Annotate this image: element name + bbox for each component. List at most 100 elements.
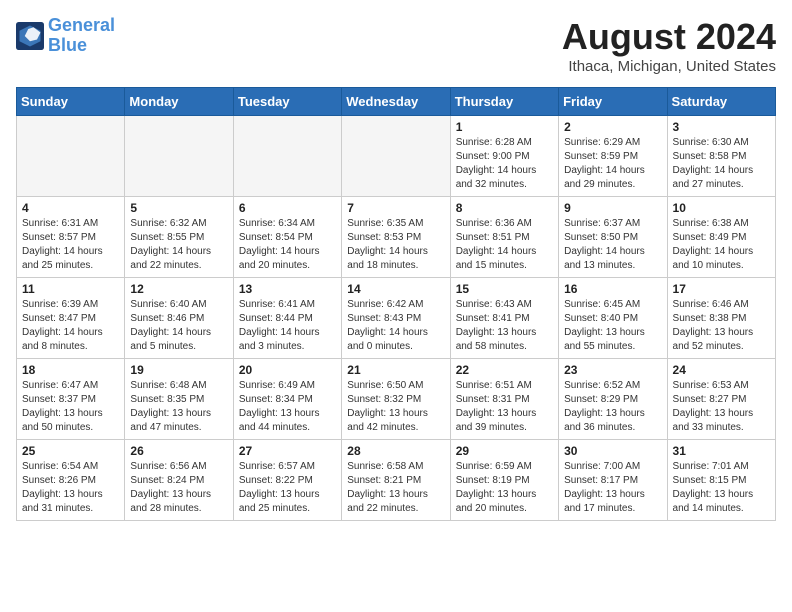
logo-text-block: General Blue: [48, 16, 115, 56]
calendar-header-row: SundayMondayTuesdayWednesdayThursdayFrid…: [17, 88, 776, 116]
calendar-cell: 3 Sunrise: 6:30 AM Sunset: 8:58 PM Daylig…: [667, 116, 775, 197]
col-header-monday: Monday: [125, 88, 233, 116]
calendar-cell: 10Sunrise: 6:38 AM Sunset: 8:49 PM Dayli…: [667, 197, 775, 278]
calendar-cell: 2 Sunrise: 6:29 AM Sunset: 8:59 PM Daylig…: [559, 116, 667, 197]
calendar-cell: 16 Sunrise: 6:45 AM Sunset: 8:40 PM Dayli…: [559, 278, 667, 359]
day-number: 3: [673, 120, 770, 134]
week-row-1: 1 Sunrise: 6:28 AM Sunset: 9:00 PM Daylig…: [17, 116, 776, 197]
calendar-cell: 8Sunrise: 6:36 AM Sunset: 8:51 PM Daylig…: [450, 197, 558, 278]
day-number: 14: [347, 282, 444, 296]
col-header-wednesday: Wednesday: [342, 88, 450, 116]
calendar-cell: 1 Sunrise: 6:28 AM Sunset: 9:00 PM Daylig…: [450, 116, 558, 197]
day-number: 13: [239, 282, 336, 296]
day-info: Sunrise: 6:49 AM Sunset: 8:34 PM Dayligh…: [239, 379, 336, 435]
calendar-cell: 15 Sunrise: 6:43 AM Sunset: 8:41 PM Dayli…: [450, 278, 558, 359]
day-info: Sunrise: 6:34 AM Sunset: 8:54 PM Dayligh…: [239, 217, 336, 273]
day-number: 15: [456, 282, 553, 296]
day-info: Sunrise: 6:37 AM Sunset: 8:50 PM Dayligh…: [564, 217, 661, 273]
page-header: General Blue August 2024 Ithaca, Michiga…: [16, 16, 776, 75]
col-header-tuesday: Tuesday: [233, 88, 341, 116]
day-number: 27: [239, 444, 336, 458]
day-info: Sunrise: 6:28 AM Sunset: 9:00 PM Dayligh…: [456, 136, 553, 192]
day-number: 21: [347, 363, 444, 377]
calendar-cell: 23 Sunrise: 6:52 AM Sunset: 8:29 PM Dayli…: [559, 359, 667, 440]
calendar-cell: 26 Sunrise: 6:56 AM Sunset: 8:24 PM Dayli…: [125, 440, 233, 521]
calendar-cell: [233, 116, 341, 197]
calendar-cell: 12 Sunrise: 6:40 AM Sunset: 8:46 PM Dayli…: [125, 278, 233, 359]
calendar-cell: 28 Sunrise: 6:58 AM Sunset: 8:21 PM Dayli…: [342, 440, 450, 521]
day-number: 19: [130, 363, 227, 377]
day-number: 5: [130, 201, 227, 215]
calendar-cell: 24Sunrise: 6:53 AM Sunset: 8:27 PM Dayli…: [667, 359, 775, 440]
calendar-cell: 18 Sunrise: 6:47 AM Sunset: 8:37 PM Dayli…: [17, 359, 125, 440]
calendar-cell: 20Sunrise: 6:49 AM Sunset: 8:34 PM Dayli…: [233, 359, 341, 440]
day-info: Sunrise: 6:43 AM Sunset: 8:41 PM Dayligh…: [456, 298, 553, 354]
day-number: 26: [130, 444, 227, 458]
calendar-cell: [125, 116, 233, 197]
day-info: Sunrise: 6:35 AM Sunset: 8:53 PM Dayligh…: [347, 217, 444, 273]
logo-line2: Blue: [48, 36, 115, 56]
logo: General Blue: [16, 16, 115, 56]
day-info: Sunrise: 6:31 AM Sunset: 8:57 PM Dayligh…: [22, 217, 119, 273]
col-header-sunday: Sunday: [17, 88, 125, 116]
day-info: Sunrise: 6:32 AM Sunset: 8:55 PM Dayligh…: [130, 217, 227, 273]
day-number: 11: [22, 282, 119, 296]
day-number: 28: [347, 444, 444, 458]
calendar-cell: 14 Sunrise: 6:42 AM Sunset: 8:43 PM Dayli…: [342, 278, 450, 359]
day-info: Sunrise: 6:36 AM Sunset: 8:51 PM Dayligh…: [456, 217, 553, 273]
day-number: 6: [239, 201, 336, 215]
calendar-cell: 30 Sunrise: 7:00 AM Sunset: 8:17 PM Dayli…: [559, 440, 667, 521]
day-number: 1: [456, 120, 553, 134]
day-info: Sunrise: 6:41 AM Sunset: 8:44 PM Dayligh…: [239, 298, 336, 354]
day-info: Sunrise: 6:45 AM Sunset: 8:40 PM Dayligh…: [564, 298, 661, 354]
day-info: Sunrise: 6:40 AM Sunset: 8:46 PM Dayligh…: [130, 298, 227, 354]
day-info: Sunrise: 6:29 AM Sunset: 8:59 PM Dayligh…: [564, 136, 661, 192]
day-info: Sunrise: 6:52 AM Sunset: 8:29 PM Dayligh…: [564, 379, 661, 435]
day-info: Sunrise: 6:51 AM Sunset: 8:31 PM Dayligh…: [456, 379, 553, 435]
day-info: Sunrise: 6:42 AM Sunset: 8:43 PM Dayligh…: [347, 298, 444, 354]
calendar-cell: 29Sunrise: 6:59 AM Sunset: 8:19 PM Dayli…: [450, 440, 558, 521]
day-number: 7: [347, 201, 444, 215]
day-number: 30: [564, 444, 661, 458]
col-header-friday: Friday: [559, 88, 667, 116]
calendar-cell: 9 Sunrise: 6:37 AM Sunset: 8:50 PM Daylig…: [559, 197, 667, 278]
day-number: 16: [564, 282, 661, 296]
day-info: Sunrise: 6:47 AM Sunset: 8:37 PM Dayligh…: [22, 379, 119, 435]
day-number: 4: [22, 201, 119, 215]
day-info: Sunrise: 6:56 AM Sunset: 8:24 PM Dayligh…: [130, 460, 227, 516]
calendar-cell: 5 Sunrise: 6:32 AM Sunset: 8:55 PM Daylig…: [125, 197, 233, 278]
day-number: 2: [564, 120, 661, 134]
day-number: 17: [673, 282, 770, 296]
day-number: 12: [130, 282, 227, 296]
col-header-saturday: Saturday: [667, 88, 775, 116]
week-row-2: 4 Sunrise: 6:31 AM Sunset: 8:57 PM Daylig…: [17, 197, 776, 278]
week-row-5: 25 Sunrise: 6:54 AM Sunset: 8:26 PM Dayli…: [17, 440, 776, 521]
week-row-4: 18 Sunrise: 6:47 AM Sunset: 8:37 PM Dayli…: [17, 359, 776, 440]
calendar-cell: 4 Sunrise: 6:31 AM Sunset: 8:57 PM Daylig…: [17, 197, 125, 278]
day-info: Sunrise: 6:58 AM Sunset: 8:21 PM Dayligh…: [347, 460, 444, 516]
calendar-cell: 22Sunrise: 6:51 AM Sunset: 8:31 PM Dayli…: [450, 359, 558, 440]
day-info: Sunrise: 6:57 AM Sunset: 8:22 PM Dayligh…: [239, 460, 336, 516]
calendar-table: SundayMondayTuesdayWednesdayThursdayFrid…: [16, 87, 776, 521]
day-number: 9: [564, 201, 661, 215]
day-info: Sunrise: 6:48 AM Sunset: 8:35 PM Dayligh…: [130, 379, 227, 435]
calendar-cell: 7 Sunrise: 6:35 AM Sunset: 8:53 PM Daylig…: [342, 197, 450, 278]
month-year-title: August 2024: [562, 16, 776, 58]
week-row-3: 11 Sunrise: 6:39 AM Sunset: 8:47 PM Dayli…: [17, 278, 776, 359]
day-info: Sunrise: 6:50 AM Sunset: 8:32 PM Dayligh…: [347, 379, 444, 435]
day-info: Sunrise: 6:30 AM Sunset: 8:58 PM Dayligh…: [673, 136, 770, 192]
day-number: 18: [22, 363, 119, 377]
calendar-cell: 11 Sunrise: 6:39 AM Sunset: 8:47 PM Dayli…: [17, 278, 125, 359]
logo-line1: General: [48, 16, 115, 36]
day-info: Sunrise: 6:39 AM Sunset: 8:47 PM Dayligh…: [22, 298, 119, 354]
day-info: Sunrise: 7:01 AM Sunset: 8:15 PM Dayligh…: [673, 460, 770, 516]
day-info: Sunrise: 7:00 AM Sunset: 8:17 PM Dayligh…: [564, 460, 661, 516]
col-header-thursday: Thursday: [450, 88, 558, 116]
calendar-cell: 6 Sunrise: 6:34 AM Sunset: 8:54 PM Daylig…: [233, 197, 341, 278]
day-number: 23: [564, 363, 661, 377]
calendar-cell: [17, 116, 125, 197]
day-info: Sunrise: 6:53 AM Sunset: 8:27 PM Dayligh…: [673, 379, 770, 435]
calendar-cell: 17Sunrise: 6:46 AM Sunset: 8:38 PM Dayli…: [667, 278, 775, 359]
day-info: Sunrise: 6:54 AM Sunset: 8:26 PM Dayligh…: [22, 460, 119, 516]
day-number: 25: [22, 444, 119, 458]
